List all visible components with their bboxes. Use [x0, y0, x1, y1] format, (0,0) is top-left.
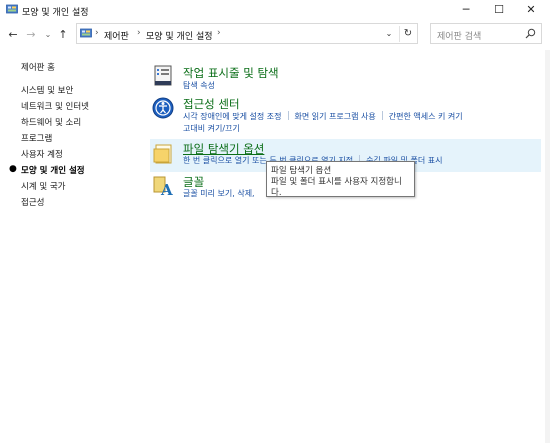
category-links-taskbar: 탐색 속성 [183, 80, 215, 91]
title-bar: 모양 및 개인 설정 ─ ☐ ✕ [0, 0, 550, 20]
link-optimize-visual-display[interactable]: 시각 장애인에 맞게 설정 조정 [183, 112, 282, 121]
link-narrator[interactable]: 화면 읽기 프로그램 사용 [295, 112, 376, 121]
sidebar-item-ease-of-access[interactable]: 접근성 [21, 196, 44, 208]
control-panel-icon [6, 4, 18, 14]
tooltip: 파일 탐색기 옵션 파일 및 폴더 표시를 사용자 지정합니 다. [266, 161, 415, 198]
category-links-ease-of-access-2: 고대비 켜기/끄기 [183, 123, 240, 134]
sidebar-item-control-panel-home[interactable]: 제어판 홈 [21, 61, 55, 73]
breadcrumb-appearance[interactable]: 모양 및 개인 설정 [146, 29, 213, 42]
taskbar-icon[interactable] [152, 65, 174, 87]
link-navigation-properties[interactable]: 탐색 속성 [183, 81, 215, 90]
minimize-button[interactable]: ─ [450, 0, 482, 20]
sidebar-item-network[interactable]: 네트워크 및 인터넷 [21, 100, 89, 112]
forward-button[interactable]: → [24, 27, 38, 43]
search-box[interactable]: 제어판 검색 [430, 23, 542, 44]
category-links-fonts: 글꼴 미리 보기, 삭제, [183, 188, 255, 199]
address-dropdown-button[interactable]: ⌄ [382, 27, 396, 41]
search-placeholder: 제어판 검색 [437, 32, 482, 42]
sidebar-item-appearance[interactable]: 모양 및 개인 설정 [21, 164, 85, 176]
category-links-ease-of-access: 시각 장애인에 맞게 설정 조정 화면 읽기 프로그램 사용 간편한 액세스 키 켜… [183, 111, 463, 122]
folder-options-icon[interactable] [152, 143, 174, 165]
category-taskbar: 작업 표시줄 및 탐색 탐색 속성 [150, 62, 541, 92]
link-divider [287, 111, 289, 120]
back-button[interactable]: ← [6, 27, 20, 43]
search-icon[interactable] [525, 28, 536, 39]
current-page-bullet: ● [9, 164, 17, 174]
sidebar-item-system-security[interactable]: 시스템 및 보안 [21, 84, 73, 96]
breadcrumb-separator[interactable]: › [137, 28, 141, 38]
close-button[interactable]: ✕ [515, 0, 547, 20]
breadcrumb-control-panel[interactable]: 제어판 [104, 29, 129, 42]
svg-text:A: A [160, 181, 173, 197]
maximize-button[interactable]: ☐ [483, 0, 515, 20]
category-title-ease-of-access[interactable]: 접근성 센터 [183, 96, 240, 112]
tooltip-description: 파일 및 폴더 표시를 사용자 지정합니 [271, 177, 402, 187]
sidebar-item-programs[interactable]: 프로그램 [21, 132, 52, 144]
breadcrumb-separator[interactable]: › [217, 28, 221, 38]
fonts-icon[interactable]: A [152, 175, 174, 197]
link-sticky-keys[interactable]: 간편한 액세스 키 켜기 [389, 112, 463, 121]
control-panel-icon [80, 28, 92, 38]
sidebar-item-hardware-sound[interactable]: 하드웨어 및 소리 [21, 116, 81, 128]
category-title-taskbar[interactable]: 작업 표시줄 및 탐색 [183, 65, 279, 81]
tooltip-description-cont: 다. [271, 188, 282, 198]
sidebar-item-clock-region[interactable]: 시계 및 국가 [21, 180, 66, 192]
up-button[interactable]: ↑ [56, 27, 70, 43]
address-bar[interactable]: › 제어판 › 모양 및 개인 설정 › ⌄ ↻ [76, 23, 418, 44]
ease-of-access-icon[interactable] [152, 97, 174, 119]
sidebar-item-user-accounts[interactable]: 사용자 계정 [21, 148, 63, 160]
refresh-button[interactable]: ↻ [399, 26, 416, 42]
recent-locations-button[interactable]: ⌄ [41, 27, 55, 43]
category-ease-of-access: 접근성 센터 시각 장애인에 맞게 설정 조정 화면 읽기 프로그램 사용 간편한 … [150, 95, 541, 135]
link-high-contrast[interactable]: 고대비 켜기/끄기 [183, 124, 240, 133]
breadcrumb-separator: › [95, 28, 99, 38]
window-title: 모양 및 개인 설정 [22, 8, 89, 18]
link-divider [381, 111, 383, 120]
link-preview-delete-fonts[interactable]: 글꼴 미리 보기, 삭제, [183, 189, 255, 198]
scrollbar-track[interactable] [545, 50, 550, 443]
